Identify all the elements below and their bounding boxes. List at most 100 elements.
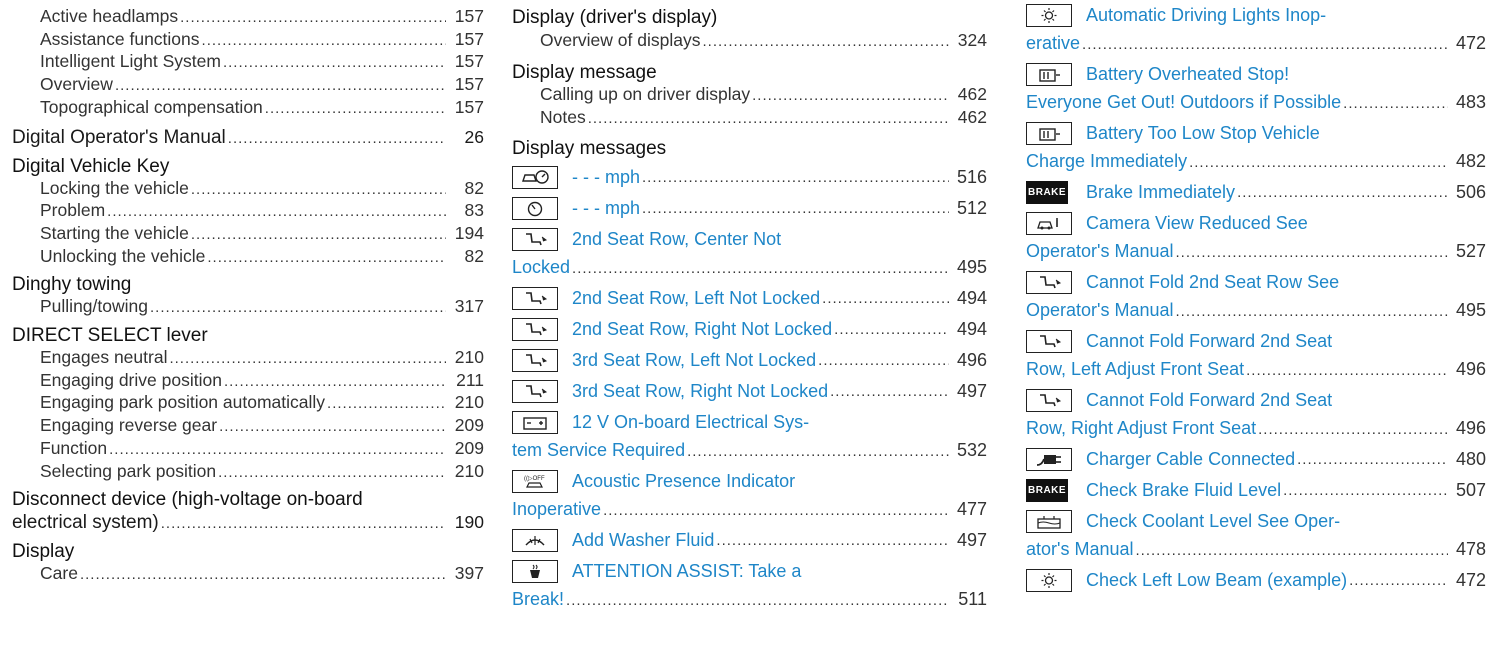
display-message-continuation: Row, Left Adjust Front Seat 496 bbox=[1026, 359, 1486, 381]
page-number: 472 bbox=[1455, 33, 1486, 53]
display-message-entry[interactable]: Automatic Driving Lights Inop-erative 472 bbox=[1026, 4, 1486, 55]
display-message-entry[interactable]: - - - mph 512 bbox=[512, 197, 987, 221]
dot-leader bbox=[191, 225, 446, 246]
display-message-line: 3rd Seat Row, Right Not Locked 497 bbox=[512, 380, 987, 404]
seat-icon bbox=[512, 318, 558, 342]
display-message-entry[interactable]: Battery Overheated Stop! Everyone Get Out… bbox=[1026, 63, 1486, 114]
dot-leader bbox=[228, 128, 446, 150]
index-subentry[interactable]: Selecting park position 210 bbox=[12, 461, 484, 484]
dot-leader bbox=[818, 350, 949, 371]
display-message-text: 2nd Seat Row, Left Not Locked bbox=[572, 288, 821, 309]
display-message-text: erative bbox=[1026, 33, 1081, 53]
display-message-entry[interactable]: Check Left Low Beam (example) 472 bbox=[1026, 569, 1486, 592]
index-subentry[interactable]: Care 397 bbox=[12, 563, 484, 586]
index-subentry[interactable]: Topographical compensation 157 bbox=[12, 97, 484, 120]
page-number: 209 bbox=[454, 415, 484, 436]
index-subentry[interactable]: Intelligent Light System 157 bbox=[12, 51, 484, 74]
display-message-entry[interactable]: 2nd Seat Row, Center NotLocked 495 bbox=[512, 228, 987, 279]
seat-icon bbox=[1026, 389, 1072, 412]
entry-text: Calling up on driver display bbox=[540, 84, 751, 104]
display-message-continuation: Locked 495 bbox=[512, 257, 987, 279]
display-message-entry[interactable]: Cannot Fold 2nd Seat Row See Operator's M… bbox=[1026, 271, 1486, 322]
display-message-entry[interactable]: Cannot Fold Forward 2nd Seat Row, Left Ad… bbox=[1026, 330, 1486, 381]
display-messages-list: - - - mph 516 - - - mph 512 2nd Seat Row, Ce… bbox=[512, 166, 987, 611]
display-message-text: Check Coolant Level See Oper- bbox=[1086, 511, 1341, 531]
display-message-text: Row, Left Adjust Front Seat bbox=[1026, 359, 1245, 379]
index-subentry[interactable]: Starting the vehicle 194 bbox=[12, 223, 484, 246]
display-message-entry[interactable]: 2nd Seat Row, Right Not Locked 494 bbox=[512, 318, 987, 342]
dot-leader bbox=[1349, 570, 1448, 591]
dot-leader bbox=[572, 258, 949, 279]
dot-leader bbox=[265, 99, 446, 120]
index-subentry[interactable]: Engaging drive position 211 bbox=[12, 370, 484, 393]
acoustic-off-icon: ((▷OFF bbox=[512, 470, 558, 494]
seat-icon bbox=[1026, 271, 1072, 294]
display-message-entry[interactable]: Add Washer Fluid 497 bbox=[512, 529, 987, 553]
index-subentry[interactable]: Engages neutral 210 bbox=[12, 347, 484, 370]
index-heading: Display (driver's display) bbox=[512, 7, 718, 28]
display-message-line: BRAKE Check Brake Fluid Level 507 bbox=[1026, 479, 1486, 502]
display-message-entry[interactable]: 12 V On-board Electrical Sys-tem Service… bbox=[512, 411, 987, 462]
index-heading: Display message bbox=[512, 62, 657, 83]
dot-leader bbox=[830, 381, 949, 402]
index-subentry[interactable]: Function 209 bbox=[12, 438, 484, 461]
display-message-entry[interactable]: Check Coolant Level See Oper-ator's Manu… bbox=[1026, 510, 1486, 561]
index-subentry[interactable]: Assistance functions 157 bbox=[12, 29, 484, 52]
index-subentry[interactable]: Calling up on driver display 462 bbox=[512, 84, 987, 107]
entry-text: Digital Operator's Manual bbox=[12, 126, 226, 148]
display-message-entry[interactable]: ATTENTION ASSIST: Take a Break! 511 bbox=[512, 560, 987, 611]
page-number: 190 bbox=[454, 512, 484, 533]
display-messages-list: Automatic Driving Lights Inop-erative 472… bbox=[1026, 4, 1486, 592]
speedometer-icon bbox=[512, 197, 558, 221]
display-message-entry[interactable]: 3rd Seat Row, Left Not Locked 496 bbox=[512, 349, 987, 373]
display-message-entry[interactable]: 3rd Seat Row, Right Not Locked 497 bbox=[512, 380, 987, 404]
index-subentry[interactable]: Engaging park position automatically 210 bbox=[12, 392, 484, 415]
brake-label: BRAKE bbox=[1026, 479, 1069, 502]
display-message-line: 3rd Seat Row, Left Not Locked 496 bbox=[512, 349, 987, 373]
display-message-entry[interactable]: Battery Too Low Stop Vehicle Charge Immed… bbox=[1026, 122, 1486, 173]
page-number: 472 bbox=[1455, 570, 1486, 590]
display-message-entry[interactable]: - - - mph 516 bbox=[512, 166, 987, 190]
index-subentry[interactable]: Pulling/towing 317 bbox=[12, 296, 484, 319]
index-entry[interactable]: Digital Operator's Manual 26 bbox=[12, 126, 484, 150]
coolant-icon bbox=[1026, 510, 1072, 533]
seat-icon bbox=[512, 380, 558, 404]
dot-leader bbox=[107, 202, 446, 223]
index-subentry[interactable]: Active headlamps 157 bbox=[12, 6, 484, 29]
entry-text: electrical system) bbox=[12, 512, 159, 534]
display-message-entry[interactable]: Cannot Fold Forward 2nd Seat Row, Right A… bbox=[1026, 389, 1486, 440]
index-subentry[interactable]: Locking the vehicle 82 bbox=[12, 178, 484, 201]
index-subentry[interactable]: Notes 462 bbox=[512, 107, 987, 130]
index-entry[interactable]: electrical system) 190 bbox=[12, 511, 484, 535]
index-column-1: Active headlamps 157 Assistance functions 1… bbox=[12, 6, 484, 586]
page-number: 157 bbox=[454, 28, 484, 49]
seat-icon bbox=[512, 349, 558, 373]
display-message-entry[interactable]: ((▷OFF Acoustic Presence Indicator Inopera… bbox=[512, 470, 987, 521]
page-number: 477 bbox=[956, 499, 987, 520]
page-number: 157 bbox=[454, 6, 484, 26]
display-message-entry[interactable]: 2nd Seat Row, Left Not Locked 494 bbox=[512, 287, 987, 311]
dot-leader bbox=[191, 180, 446, 201]
index-subentry[interactable]: Unlocking the vehicle 82 bbox=[12, 246, 484, 269]
index-subentry[interactable]: Engaging reverse gear 209 bbox=[12, 415, 484, 438]
entry-text: Locking the vehicle bbox=[40, 177, 189, 198]
page-number: 496 bbox=[1455, 418, 1486, 438]
display-message-entry[interactable]: BRAKE Check Brake Fluid Level 507 bbox=[1026, 479, 1486, 502]
display-message-entry[interactable]: Camera View Reduced See Operator's Manual… bbox=[1026, 212, 1486, 263]
display-message-line: - - - mph 516 bbox=[512, 166, 987, 190]
display-message-entry[interactable]: Charger Cable Connected 480 bbox=[1026, 448, 1486, 471]
index-subentry[interactable]: Overview of displays 324 bbox=[512, 29, 987, 53]
index-subentry[interactable]: Overview 157 bbox=[12, 74, 484, 97]
entry-text: Engages neutral bbox=[40, 347, 168, 368]
index-heading: Dinghy towing bbox=[12, 274, 132, 296]
display-message-entry[interactable]: BRAKE Brake Immediately 506 bbox=[1026, 181, 1486, 204]
light-sun-icon bbox=[1026, 4, 1072, 27]
page-number: 157 bbox=[454, 74, 484, 95]
display-message-text: Cannot Fold 2nd Seat Row See bbox=[1086, 272, 1340, 292]
page-number: 157 bbox=[454, 51, 484, 72]
page-number: 82 bbox=[464, 177, 484, 198]
page-number: 497 bbox=[956, 381, 987, 402]
index-subentry[interactable]: Problem 83 bbox=[12, 200, 484, 223]
display-message-text: - - - mph bbox=[572, 167, 641, 188]
entry-text: Overview of displays bbox=[540, 30, 701, 50]
